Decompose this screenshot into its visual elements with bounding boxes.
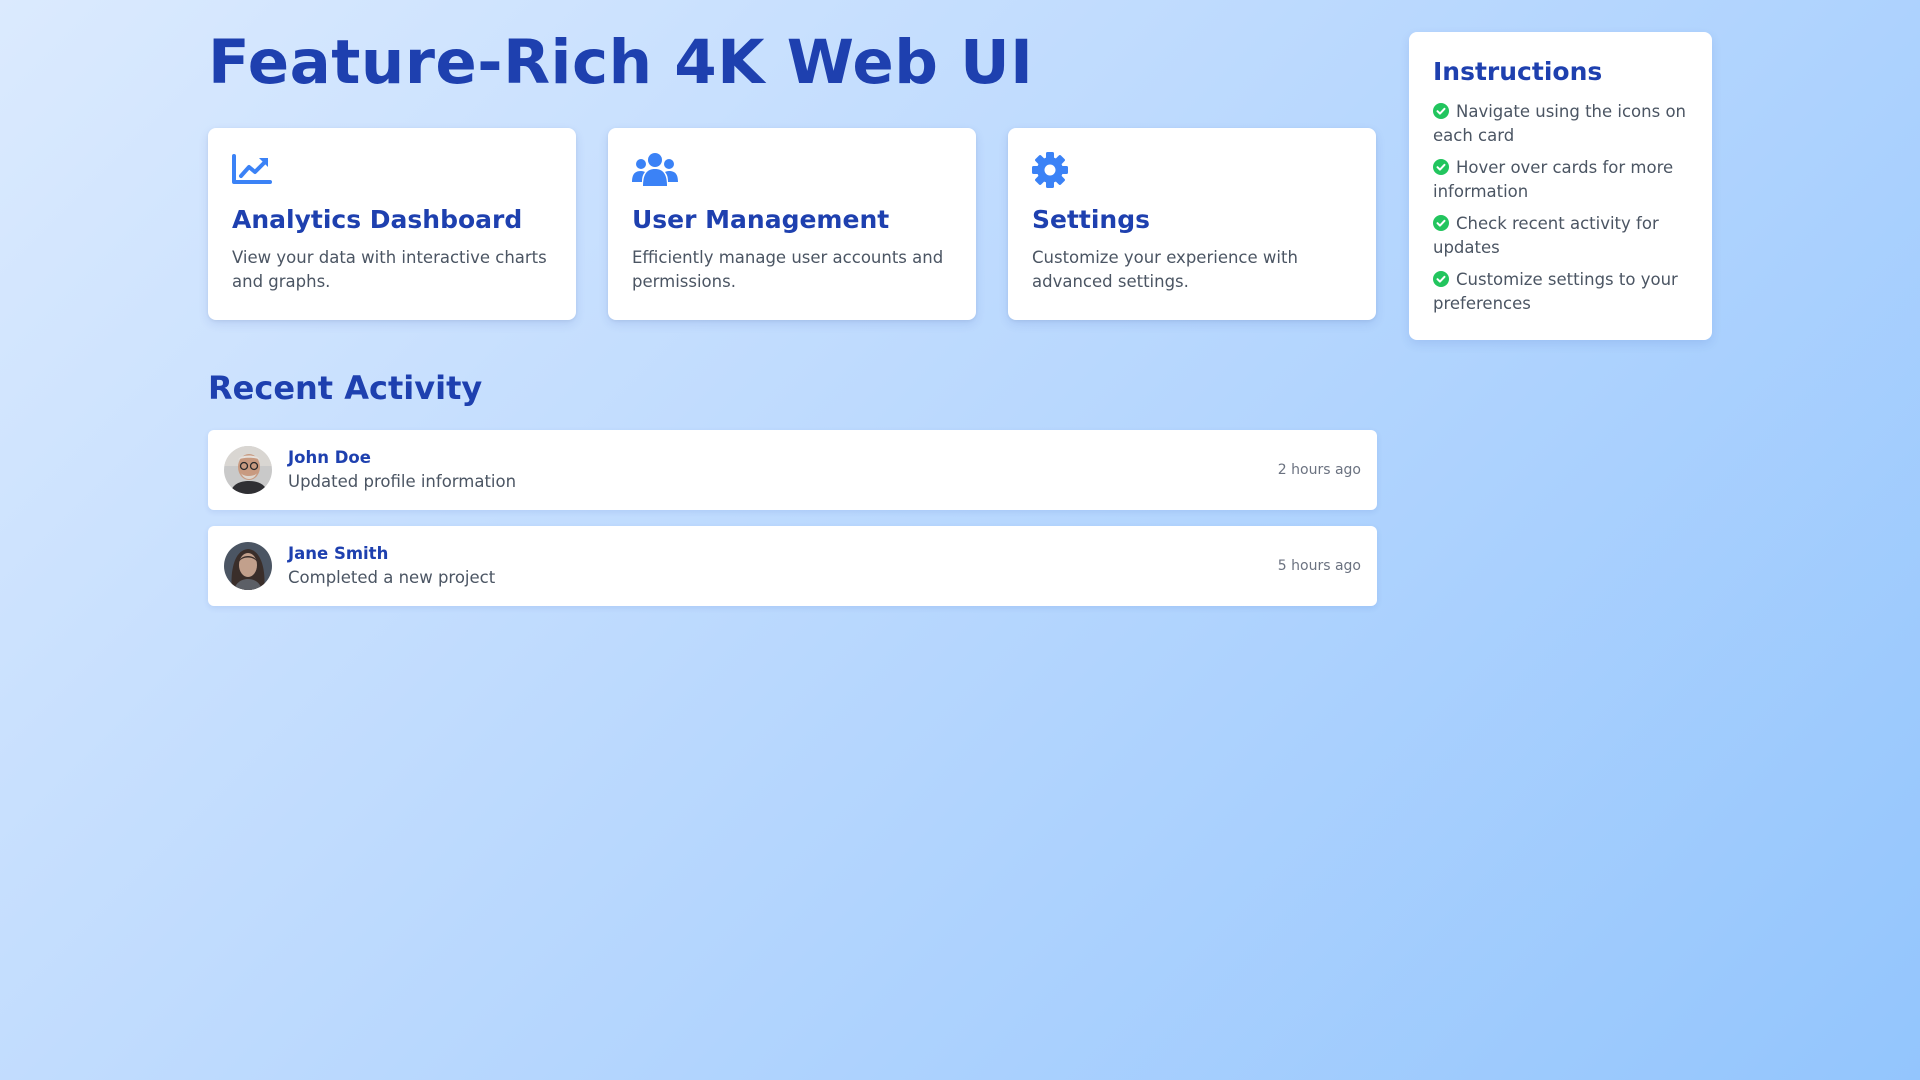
instruction-item: Customize settings to your preferences — [1433, 268, 1688, 316]
activity-list: John Doe Updated profile information 2 h… — [208, 430, 1377, 606]
activity-text: John Doe Updated profile information — [288, 446, 1278, 494]
card-description: View your data with interactive charts a… — [232, 248, 547, 291]
instructions-panel: Instructions Navigate using the icons on… — [1409, 32, 1712, 340]
activity-item[interactable]: John Doe Updated profile information 2 h… — [208, 430, 1377, 510]
chart-line-icon — [232, 154, 272, 184]
check-circle-icon — [1433, 271, 1449, 287]
activity-user-name[interactable]: John Doe — [288, 446, 1278, 470]
gear-icon — [1032, 152, 1068, 188]
check-circle-icon — [1433, 215, 1449, 231]
instruction-text: Customize settings to your preferences — [1433, 270, 1678, 313]
analytics-dashboard-card[interactable]: Analytics Dashboard View your data with … — [208, 128, 576, 320]
avatar — [224, 542, 272, 590]
settings-card[interactable]: Settings Customize your experience with … — [1008, 128, 1376, 320]
instruction-text: Hover over cards for more information — [1433, 158, 1674, 201]
users-icon — [632, 153, 678, 186]
main-content: Feature-Rich 4K Web UI Analytics Dashboa… — [208, 0, 1377, 622]
card-description: Customize your experience with advanced … — [1032, 248, 1298, 291]
activity-description: Completed a new project — [288, 568, 496, 587]
instructions-title: Instructions — [1433, 57, 1603, 86]
activity-user-name[interactable]: Jane Smith — [288, 542, 1278, 566]
card-title: User Management — [632, 205, 890, 234]
card-description: Efficiently manage user accounts and per… — [632, 248, 944, 291]
recent-activity-title: Recent Activity — [208, 369, 483, 407]
card-title: Settings — [1032, 205, 1151, 234]
instruction-item: Navigate using the icons on each card — [1433, 100, 1688, 148]
activity-timestamp: 2 hours ago — [1277, 462, 1361, 478]
instruction-item: Check recent activity for updates — [1433, 212, 1688, 260]
avatar — [224, 446, 272, 494]
instructions-list: Navigate using the icons on each card Ho… — [1433, 100, 1688, 316]
check-circle-icon — [1433, 103, 1449, 119]
activity-item[interactable]: Jane Smith Completed a new project 5 hou… — [208, 526, 1377, 606]
instruction-item: Hover over cards for more information — [1433, 156, 1688, 204]
user-management-card[interactable]: User Management Efficiently manage user … — [608, 128, 976, 320]
page-title: Feature-Rich 4K Web UI — [208, 27, 1034, 98]
activity-description: Updated profile information — [288, 472, 517, 491]
feature-cards: Analytics Dashboard View your data with … — [208, 128, 1377, 320]
activity-timestamp: 5 hours ago — [1277, 558, 1361, 574]
check-circle-icon — [1433, 159, 1449, 175]
activity-text: Jane Smith Completed a new project — [288, 542, 1278, 590]
instruction-text: Check recent activity for updates — [1433, 214, 1659, 257]
instruction-text: Navigate using the icons on each card — [1433, 102, 1686, 145]
card-title: Analytics Dashboard — [232, 205, 523, 234]
